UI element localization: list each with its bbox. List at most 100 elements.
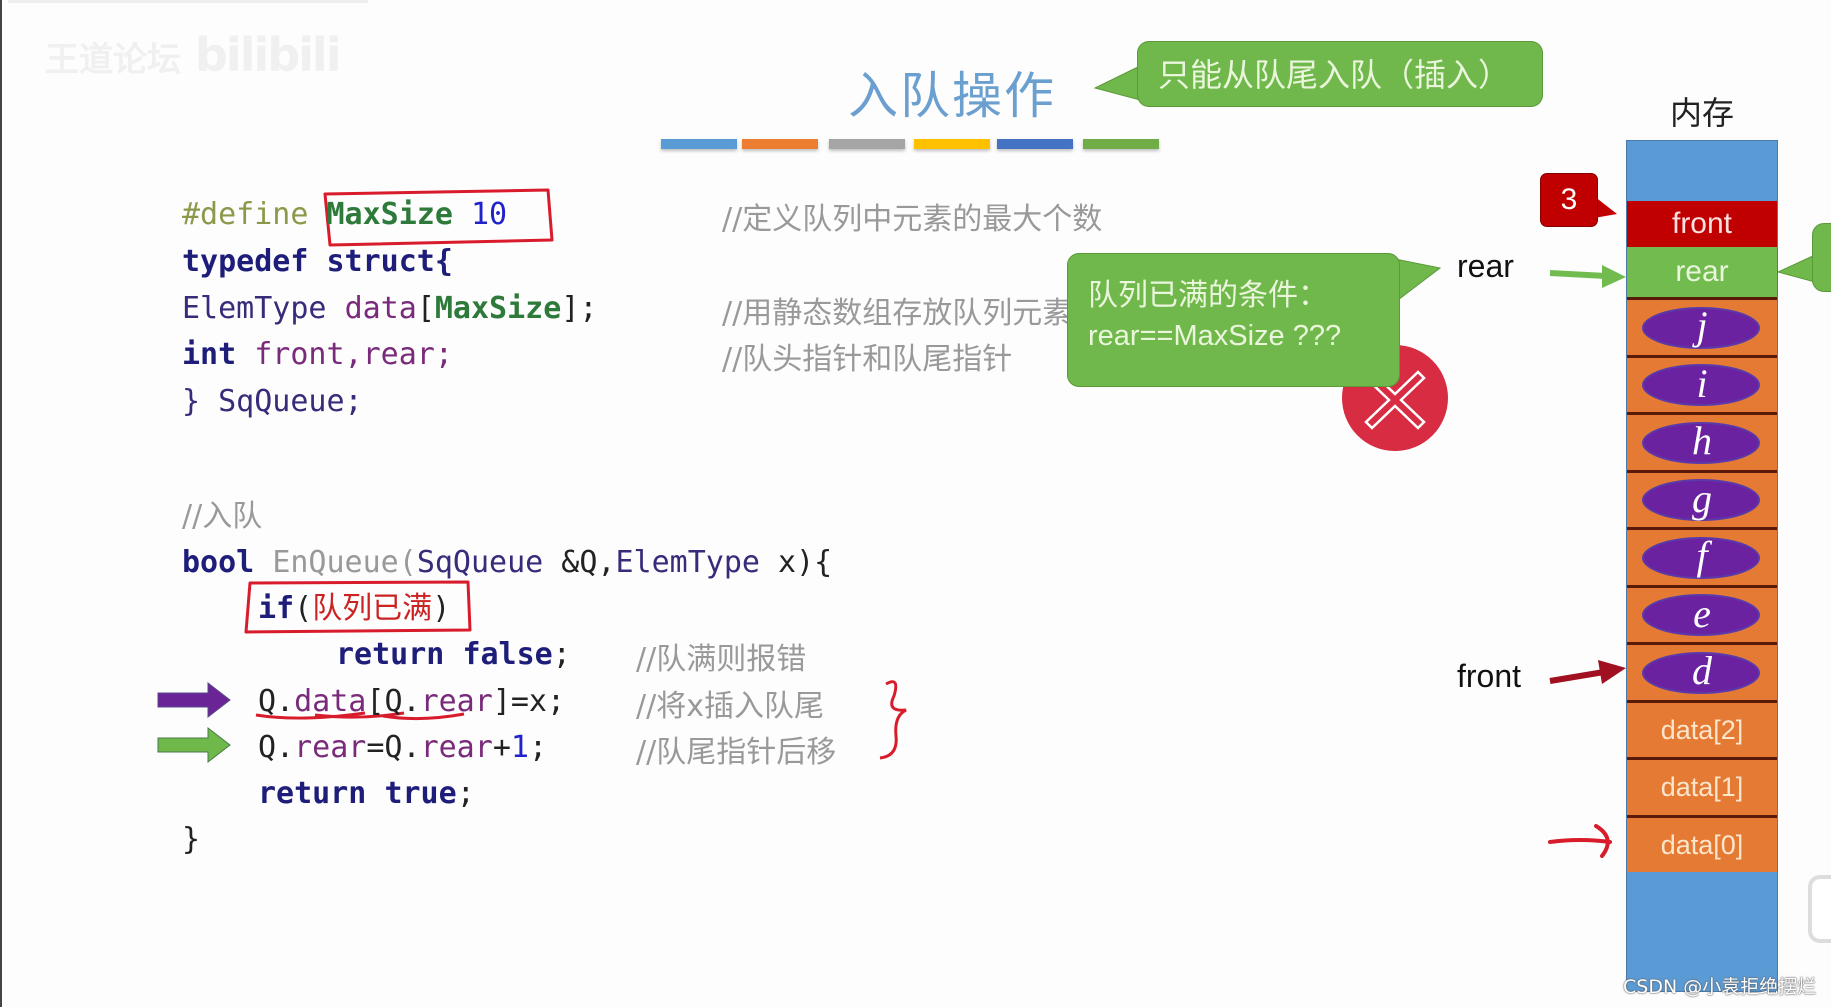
code-line-insert: Q.data[Q.rear]=x; [258, 684, 566, 719]
rear-pointer-arrowhead [1602, 265, 1626, 288]
code-line-ptrs: int front,rear; [182, 332, 453, 378]
code-token: =Q. [366, 730, 421, 765]
element-letter: f [1696, 533, 1708, 578]
rear-pointer-arrow [1549, 270, 1607, 279]
side-tv-icon [1808, 875, 1831, 943]
element-letter: i [1696, 360, 1708, 406]
memory-cell-element: d [1627, 642, 1777, 700]
code-token: } [182, 822, 201, 857]
code-token: return [336, 637, 445, 672]
code-token: int [182, 337, 237, 372]
code-token: EnQueue [272, 545, 399, 580]
callout-top-text: 只能从队尾入队（插入） [1158, 56, 1511, 94]
code-token: ]=x; [492, 684, 566, 719]
code-line-typedef: typedef struct{ [182, 239, 453, 285]
comment-text: //队头指针和队尾指针 [722, 342, 1013, 377]
color-bar [829, 139, 905, 149]
color-bar [661, 139, 737, 149]
code-token: MaxSize [434, 291, 562, 326]
comment-ptrs: //队头指针和队尾指针 [722, 334, 1012, 378]
code-token: 10 [471, 197, 508, 232]
code-line-return-true: return true; [258, 776, 475, 811]
code-token: 队列已满 [312, 591, 433, 626]
code-token: } SqQueue; [182, 384, 363, 419]
code-line-close-struct: } SqQueue; [182, 379, 363, 425]
annotation-overlay [157, 65, 1816, 858]
code-token: typedef struct{ [182, 244, 453, 279]
front-pointer-arrow [1549, 669, 1605, 684]
memory-cell-empty: data[2] [1627, 699, 1777, 757]
code-token: #define [182, 197, 309, 232]
code-comment: //入队 [182, 499, 263, 534]
code-token: Q. [258, 684, 295, 719]
code-token: &Q, [543, 545, 616, 580]
code-line-close-fn: } [182, 817, 200, 863]
watermark-cn: 王道论坛 [45, 40, 181, 80]
code-line-data: ElemType data[MaxSize]; [182, 291, 598, 326]
front-pointer-label: front [1457, 658, 1522, 694]
memory-cell-front: front [1627, 201, 1777, 247]
code-line-signature: bool EnQueue(SqQueue &Q,ElemType x){ [182, 545, 833, 580]
code-token: MaxSize [326, 197, 453, 232]
code-token: true [384, 776, 457, 811]
csdn-watermark: CSDN @小袁拒绝摆烂 [1623, 976, 1817, 998]
comment-text: //队尾指针后移 [636, 735, 837, 770]
element-letter: e [1693, 590, 1711, 636]
memory-cell-element: e [1627, 584, 1777, 642]
top-strip [8, 0, 368, 3]
memory-cell-element: i [1627, 354, 1777, 412]
green-arrow-icon [157, 726, 231, 764]
code-token: x){ [760, 545, 833, 580]
bilibili-watermark: 王道论坛 bilibili [45, 28, 341, 82]
memory-cell-element: h [1627, 412, 1777, 470]
code-token: rear [420, 684, 493, 719]
comment-data: //用静态数组存放队列元素 [722, 288, 1067, 332]
code-token: 1 [510, 730, 529, 765]
rear-pointer-label: rear [1457, 248, 1514, 284]
code-token: if [258, 591, 295, 626]
code-line-define: #define MaxSize 10 [182, 192, 507, 238]
memory-cell-rear: rear [1627, 247, 1777, 297]
element-letter: h [1692, 418, 1712, 463]
code-token: Q. [384, 684, 421, 719]
callout-queue-full: 队列已满的条件： rear==MaxSize ??? [1067, 253, 1400, 387]
memory-column: front rear jihgfed data[2] data[1] data[0] [1626, 140, 1778, 992]
code-token: rear [420, 730, 493, 765]
code-token: false [462, 637, 553, 672]
element-letter: g [1692, 475, 1712, 521]
code-token: front,rear; [254, 337, 453, 372]
code-line-return-false: return false; [336, 637, 571, 672]
brace-annotation [879, 680, 907, 760]
color-bar [1083, 139, 1159, 149]
comment-text: //将x插入队尾 [636, 689, 824, 724]
memory-label: 内存 [1670, 94, 1735, 132]
code-token: return [258, 776, 367, 811]
memory-cell-empty: data[0] [1627, 814, 1777, 872]
comment-ret-false: //队满则报错 [636, 634, 806, 678]
code-line-move: Q.rear=Q.rear+1; [258, 730, 547, 765]
comment-insert: //将x插入队尾 [636, 681, 824, 725]
code-token: Q. [258, 730, 295, 765]
code-token: SqQueue [416, 545, 544, 580]
comment-text: //用静态数组存放队列元素 [722, 296, 1067, 331]
callout-top: 只能从队尾入队（插入） [1137, 41, 1543, 107]
memory-cell-empty: data[1] [1627, 757, 1777, 815]
code-token: bool [182, 545, 255, 580]
code-token: ElemType [182, 291, 327, 326]
front-pointer-arrowhead [1598, 660, 1626, 684]
hand-arrow-data0 [1548, 838, 1612, 844]
element-letter: j [1696, 303, 1708, 348]
slide-title: 入队操作 [848, 67, 1056, 125]
code-token: ElemType [615, 545, 761, 580]
purple-arrow-icon [157, 681, 231, 719]
callout-full-line1: 队列已满的条件： [1088, 278, 1328, 313]
watermark-en: bilibili [195, 28, 341, 82]
color-bar [997, 139, 1073, 149]
hand-arrowhead-data0 [1594, 824, 1610, 858]
window-left-border [0, 0, 2, 1007]
code-line-if: if(队列已满) [258, 591, 451, 626]
memory-cell-element: j [1627, 297, 1777, 355]
callout-right-partial [1812, 223, 1831, 292]
comment-text: //队满则报错 [636, 642, 807, 677]
front-value-badge: 3 [1540, 173, 1598, 227]
